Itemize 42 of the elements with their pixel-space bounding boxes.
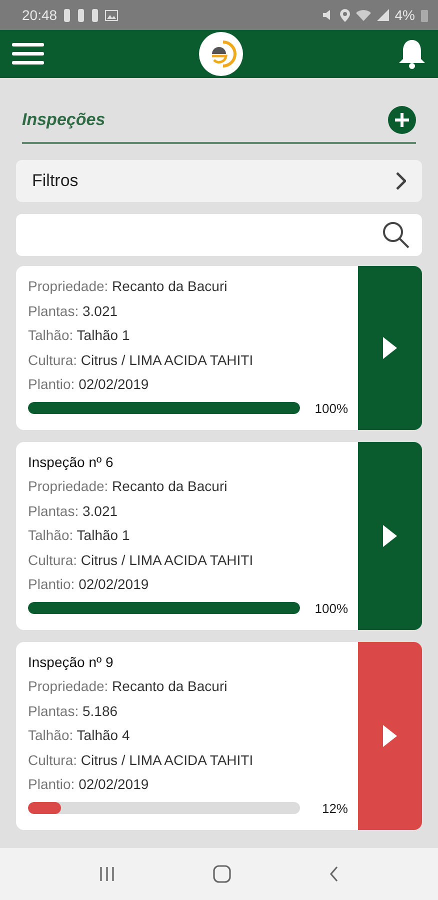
inspection-title: Inspeção nº 9: [28, 652, 114, 672]
field-text: Plantas: 5.186: [28, 702, 119, 720]
back-icon[interactable]: [329, 866, 339, 882]
battery-percent: 4%: [394, 7, 415, 23]
progress-percent: 100%: [314, 400, 348, 416]
search-icon[interactable]: [382, 221, 410, 249]
field-text: Plantio: 02/02/2019: [28, 775, 150, 794]
image-icon: [105, 10, 118, 20]
field-text: Talhão: Talhão 1: [28, 526, 131, 545]
progress-percent: 100%: [314, 600, 348, 616]
field-text: Cultura: Citrus / LIMA ACIDA TAHITI: [28, 750, 254, 770]
search-field[interactable]: [16, 214, 422, 256]
field-text: Talhão: Talhão 1: [28, 326, 131, 345]
field-text: Cultura: Citrus / LIMA ACIDA TAHITI: [28, 350, 254, 370]
battery-icon: [421, 8, 428, 22]
home-icon[interactable]: [213, 865, 231, 883]
progress-percent: 12%: [320, 800, 348, 816]
wifi-icon: [356, 9, 371, 21]
field-text: Talhão: Talhão 4: [28, 726, 131, 745]
play-icon: [383, 336, 397, 359]
section-title: Inspeções: [22, 110, 106, 130]
recent-apps-icon[interactable]: [99, 866, 115, 882]
field-text: Cultura: Citrus / LIMA ACIDA TAHITI: [28, 550, 254, 570]
chevron-right-icon: [396, 172, 406, 190]
field-text: Plantio: 02/02/2019: [28, 575, 150, 594]
app-logo: [199, 32, 243, 76]
filters-button[interactable]: Filtros: [16, 160, 422, 202]
field-text: Plantas: 3.021: [28, 502, 119, 520]
clock-time: 20:48: [22, 7, 58, 23]
signal-icon: [376, 9, 389, 21]
inspection-title: Inspeção nº 6: [28, 452, 114, 472]
field-text: Propriedade: Recanto da Bacuri: [28, 277, 228, 296]
field-text: Propriedade: Recanto da Bacuri: [28, 477, 228, 496]
field-text: Propriedade: Recanto da Bacuri: [28, 677, 228, 696]
play-icon: [383, 524, 397, 546]
field-text: Plantio: 02/02/2019: [28, 375, 150, 394]
bell-icon[interactable]: [398, 38, 426, 70]
add-icon[interactable]: [388, 106, 416, 134]
menu-icon[interactable]: [12, 42, 44, 66]
play-icon: [383, 724, 397, 746]
location-icon: [340, 8, 350, 22]
field-text: Plantas: 3.021: [28, 302, 119, 320]
